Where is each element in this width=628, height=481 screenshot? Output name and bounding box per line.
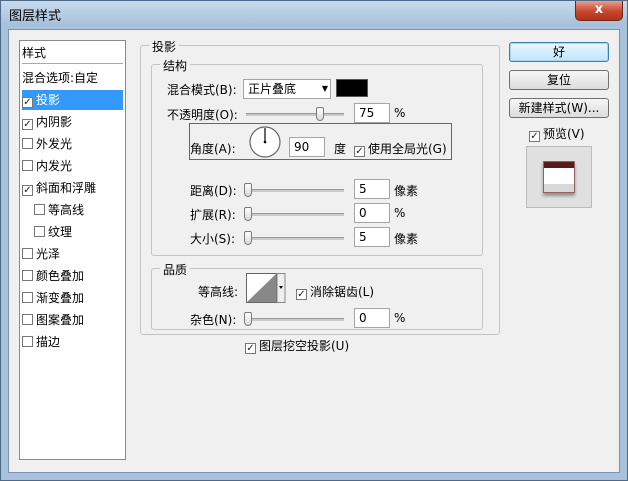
layer-style-dialog: 图层样式 x 样式 混合选项:自定 ✓ 投影 ✓ 内阴影 外发光 内发光 ✓ 斜面和浮… — [0, 0, 628, 481]
style-item-label: 颜色叠加 — [36, 269, 85, 283]
style-item-label: 投影 — [36, 93, 61, 107]
checkbox-pattern-overlay[interactable] — [22, 314, 33, 325]
style-item-drop-shadow[interactable]: ✓ 投影 — [22, 90, 123, 110]
contour-label: 等高线: — [198, 285, 239, 299]
checkbox-inner-glow[interactable] — [22, 160, 33, 171]
noise-label: 杂色(N): — [190, 313, 237, 327]
quality-group: 品质 等高线: ✓ 消除锯齿(L) 杂色(N): 0 % — [151, 261, 483, 330]
checkbox-texture[interactable] — [34, 226, 45, 237]
size-unit: 像素 — [394, 232, 419, 246]
style-item-stroke[interactable]: 描边 — [22, 332, 123, 352]
quality-title: 品质 — [160, 261, 191, 278]
checkbox-contour[interactable] — [34, 204, 45, 215]
contour-picker[interactable] — [246, 273, 286, 303]
distance-slider[interactable] — [244, 183, 344, 197]
style-item-label: 描边 — [36, 335, 61, 349]
opacity-unit: % — [394, 106, 406, 120]
style-item-contour[interactable]: 等高线 — [34, 200, 123, 220]
styles-header: 样式 — [22, 43, 123, 64]
style-item-label: 斜面和浮雕 — [36, 181, 97, 195]
checkbox-outer-glow[interactable] — [22, 138, 33, 149]
structure-title: 结构 — [160, 57, 191, 74]
style-item-texture[interactable]: 纹理 — [34, 222, 123, 242]
knockout-label: 图层挖空投影(U) — [259, 339, 350, 353]
drop-shadow-group: 投影 结构 混合模式(B): 正片叠底 ▼ 不透明度(O): 75 % 角度(A… — [140, 38, 500, 335]
new-style-button[interactable]: 新建样式(W)... — [509, 98, 609, 118]
opacity-slider[interactable] — [246, 107, 344, 121]
contour-preview-icon — [246, 273, 286, 303]
size-slider-thumb[interactable] — [244, 231, 252, 245]
drop-shadow-title: 投影 — [149, 38, 180, 55]
spread-slider-thumb[interactable] — [244, 207, 252, 221]
reset-button[interactable]: 复位 — [509, 70, 609, 90]
noise-slider[interactable] — [244, 312, 344, 326]
size-slider[interactable] — [244, 231, 344, 245]
checkbox-gradient-overlay[interactable] — [22, 292, 33, 303]
style-item-color-overlay[interactable]: 颜色叠加 — [22, 266, 123, 286]
distance-input[interactable]: 5 — [354, 179, 390, 199]
style-item-outer-glow[interactable]: 外发光 — [22, 134, 123, 154]
preview-checkbox[interactable]: ✓ — [529, 131, 540, 142]
shadow-color-swatch[interactable] — [336, 79, 368, 97]
checkbox-inner-shadow[interactable]: ✓ — [22, 119, 33, 130]
style-item-label: 外发光 — [36, 137, 73, 151]
preview-panel — [526, 146, 592, 208]
preview-label: 预览(V) — [543, 127, 585, 141]
style-item-satin[interactable]: 光泽 — [22, 244, 123, 264]
style-item-pattern-overlay[interactable]: 图案叠加 — [22, 310, 123, 330]
title-bar[interactable]: 图层样式 x — [1, 1, 627, 25]
ok-button[interactable]: 好 — [509, 42, 609, 62]
style-item-gradient-overlay[interactable]: 渐变叠加 — [22, 288, 123, 308]
checkbox-drop-shadow[interactable]: ✓ — [22, 97, 33, 108]
blend-options-item[interactable]: 混合选项:自定 — [22, 68, 123, 88]
spread-slider[interactable] — [244, 207, 344, 221]
opacity-input[interactable]: 75 — [354, 103, 390, 123]
angle-highlight-box — [189, 123, 452, 160]
distance-unit: 像素 — [394, 184, 419, 198]
dropdown-arrow-icon: ▼ — [321, 84, 328, 93]
antialias-toggle[interactable]: ✓ 消除锯齿(L) — [296, 283, 374, 300]
style-item-label: 等高线 — [48, 203, 85, 217]
size-input[interactable]: 5 — [354, 227, 390, 247]
style-item-label: 内发光 — [36, 159, 73, 173]
noise-slider-thumb[interactable] — [244, 312, 252, 326]
style-item-inner-glow[interactable]: 内发光 — [22, 156, 123, 176]
spread-label: 扩展(R): — [190, 208, 236, 222]
style-item-inner-shadow[interactable]: ✓ 内阴影 — [22, 112, 123, 132]
knockout-checkbox[interactable]: ✓ — [245, 343, 256, 354]
checkbox-color-overlay[interactable] — [22, 270, 33, 281]
preview-swatch — [543, 161, 575, 193]
antialias-checkbox[interactable]: ✓ — [296, 289, 307, 300]
checkbox-stroke[interactable] — [22, 336, 33, 347]
style-item-label: 纹理 — [48, 225, 73, 239]
blend-mode-value: 正片叠底 — [248, 82, 297, 96]
opacity-slider-thumb[interactable] — [315, 107, 324, 121]
window-title: 图层样式 — [9, 9, 62, 24]
style-item-label: 渐变叠加 — [36, 291, 85, 305]
checkbox-satin[interactable] — [22, 248, 33, 259]
dialog-body: 样式 混合选项:自定 ✓ 投影 ✓ 内阴影 外发光 内发光 ✓ 斜面和浮雕 等高线 纹… — [8, 29, 620, 473]
spread-unit: % — [394, 206, 406, 220]
checkbox-bevel-emboss[interactable]: ✓ — [22, 185, 33, 196]
preview-toggle[interactable]: ✓ 预览(V) — [529, 125, 585, 142]
style-item-bevel-emboss[interactable]: ✓ 斜面和浮雕 — [22, 178, 123, 198]
distance-slider-thumb[interactable] — [244, 183, 252, 197]
styles-list: 样式 混合选项:自定 ✓ 投影 ✓ 内阴影 外发光 内发光 ✓ 斜面和浮雕 等高线 纹… — [19, 40, 126, 460]
style-item-label: 内阴影 — [36, 115, 73, 129]
opacity-label: 不透明度(O): — [167, 108, 238, 122]
close-button[interactable]: x — [575, 1, 623, 21]
noise-input[interactable]: 0 — [354, 308, 390, 328]
blend-mode-label: 混合模式(B): — [167, 83, 237, 97]
noise-unit: % — [394, 311, 406, 325]
size-label: 大小(S): — [190, 232, 236, 246]
antialias-label: 消除锯齿(L) — [310, 285, 375, 299]
style-item-label: 光泽 — [36, 247, 61, 261]
distance-label: 距离(D): — [190, 184, 237, 198]
structure-group: 结构 混合模式(B): 正片叠底 ▼ 不透明度(O): 75 % 角度(A): — [151, 57, 483, 256]
knockout-toggle[interactable]: ✓ 图层挖空投影(U) — [245, 337, 349, 354]
blend-mode-select[interactable]: 正片叠底 ▼ — [243, 79, 331, 99]
style-item-label: 图案叠加 — [36, 313, 85, 327]
spread-input[interactable]: 0 — [354, 203, 390, 223]
